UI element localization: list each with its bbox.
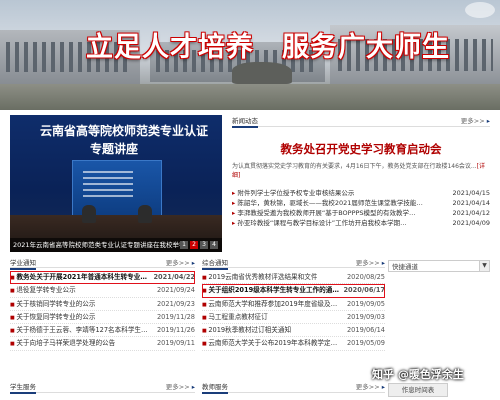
notice-date: 2021/09/24 — [156, 286, 195, 295]
academic-notices-title: 学业通知 — [10, 259, 36, 270]
news-item[interactable]: 附件列学士学位授予权专业审核结果公示 2021/04/15 — [232, 188, 490, 198]
news-item[interactable]: 陈韶华，黄秋锦，驱域长——我校2021届师范生课堂教学技能… 2021/04/14 — [232, 198, 490, 208]
notice-date: 2019/05/09 — [346, 339, 385, 348]
academic-notices-list: 教务处关于开展2021年普通本科生转专业… 2021/04/22 退役复学转专业公… — [10, 271, 195, 351]
school-logo[interactable] — [465, 2, 495, 18]
notice-date: 2019/09/03 — [346, 312, 385, 321]
slide-caption[interactable]: 2021年云南省高等院校师范类专业认证专题讲座在我校举行 1 2 3 4 — [10, 238, 222, 252]
notice-title[interactable]: 关于恢复同学转专业的公示 — [10, 311, 95, 323]
notice-date: 2019/11/28 — [156, 312, 195, 321]
general-notices-header: 综合通知 更多>> — [202, 257, 385, 270]
notice-row[interactable]: 关于组织2019级本科学生转专业工作的通… 2020/06/17 — [202, 284, 385, 298]
academic-notices-header: 学业通知 更多>> — [10, 257, 195, 270]
news-item-date: 2021/04/09 — [452, 219, 490, 227]
notice-row[interactable]: 关于杨德于王云蓉、李靖等127名本科学生… 2019/11/26 — [10, 324, 195, 338]
slide-page-3[interactable]: 3 — [200, 241, 208, 249]
news-item-title[interactable]: 附件列学士学位授予权专业审核结果公示 — [232, 188, 354, 198]
news-item[interactable]: 李湃教授受邀为我校教师开展“基于BOPPPS模型的有效教学… 2021/04/12 — [232, 208, 490, 218]
quick-access-label: 快捷通道 — [392, 263, 418, 271]
news-item-date: 2021/04/15 — [452, 189, 490, 197]
notice-date: 2019/06/14 — [346, 326, 385, 335]
notice-row[interactable]: 云南师范大学和推荐参加2019年度省级及… 2019/09/05 — [202, 298, 385, 311]
news-headline[interactable]: 教务处召开党史学习教育启动会 — [232, 141, 490, 157]
notice-date: 2019/09/05 — [346, 299, 385, 308]
slide-page-4[interactable]: 4 — [210, 241, 218, 249]
notice-title[interactable]: 2019云南省优秀教材评选结果和文件 — [202, 271, 317, 283]
student-services-title: 学生服务 — [10, 383, 36, 394]
header-banner: 立足人才培养 服务广大师生 — [0, 0, 500, 110]
notice-title[interactable]: 关于杨德于王云蓉、李靖等127名本科学生… — [10, 324, 147, 336]
notice-title[interactable]: 关于组织2019级本科学生转专业工作的通… — [202, 284, 338, 296]
academic-notices: 学业通知 更多>> 教务处关于开展2021年普通本科生转专业… 2021/04/2… — [10, 257, 195, 375]
news-slideshow[interactable]: 云南省高等院校师范类专业认证 专题讲座 2021年云南省高等院校师范类专业认证专… — [10, 115, 222, 252]
notice-title[interactable]: 关于核销同学转专业的公示 — [10, 298, 95, 310]
schedule-button[interactable]: 作息时间表 — [388, 383, 448, 397]
notice-title[interactable]: 马工程重点教材征订 — [202, 311, 267, 323]
plaza — [0, 84, 500, 110]
academic-notices-more-link[interactable]: 更多>> — [166, 257, 195, 267]
teacher-services-title: 教师服务 — [202, 383, 228, 394]
news-summary-text: 为认真贯彻落实党史学习教育的有关要求，4月16日下午，教务处党支部在行政楼146… — [232, 163, 477, 170]
news-more-link[interactable]: 更多>> — [461, 115, 490, 125]
news-section-title: 新闻动态 — [232, 117, 258, 128]
slide-subtitle: 专题讲座 — [90, 142, 139, 156]
notice-title[interactable]: 退役复学转专业公示 — [10, 284, 75, 296]
notice-row[interactable]: 云南师范大学关于公布2019年本科教学定… 2019/05/09 — [202, 337, 385, 351]
student-services-more-link[interactable]: 更多>> — [166, 381, 195, 391]
notice-date: 2021/09/23 — [156, 299, 195, 308]
news-item-date: 2021/04/12 — [452, 209, 490, 217]
speaker-figure — [82, 205, 96, 223]
slide-page-2[interactable]: 2 — [190, 241, 198, 249]
page: 立足人才培养 服务广大师生 云南省高等院校师范类专业认证 专题讲座 2021年云… — [0, 0, 500, 400]
news-item-date: 2021/04/14 — [452, 199, 490, 207]
news-header: 新闻动态 更多>> — [232, 115, 490, 128]
notice-row[interactable]: 关于向培子马祥荣退学处理的公告 2019/09/11 — [10, 337, 195, 351]
notice-date: 2019/09/11 — [156, 339, 195, 348]
notice-row[interactable]: 退役复学转专业公示 2021/09/24 — [10, 284, 195, 298]
notice-title[interactable]: 关于向培子马祥荣退学处理的公告 — [10, 337, 115, 349]
general-notices-list: 2019云南省优秀教材评选结果和文件 2020/08/25 关于组织2019级本科… — [202, 271, 385, 351]
news-item[interactable]: 孙亚玲教授“课程与教学目标设计”工作坊开启我校本学期… 2021/04/09 — [232, 218, 490, 228]
news-item-title[interactable]: 李湃教授受邀为我校教师开展“基于BOPPPS模型的有效教学… — [232, 208, 415, 218]
notice-row[interactable]: 教务处关于开展2021年普通本科生转专业… 2021/04/22 — [10, 271, 195, 285]
notice-date: 2021/04/22 — [153, 273, 195, 281]
general-notices-title: 综合通知 — [202, 259, 228, 270]
notice-date: 2019/11/26 — [156, 326, 195, 335]
quick-access-select[interactable]: 快捷通道 ▼ — [388, 260, 490, 272]
news-item-title[interactable]: 陈韶华，黄秋锦，驱域长——我校2021届师范生课堂教学技能… — [232, 198, 423, 208]
notice-title[interactable]: 云南师范大学和推荐参加2019年度省级及… — [202, 298, 337, 310]
news-list: 附件列学士学位授予权专业审核结果公示 2021/04/15 陈韶华，黄秋锦，驱域长… — [232, 188, 490, 228]
notice-title[interactable]: 2019秋季教材过订相关通知 — [202, 324, 291, 336]
teacher-services-header: 教师服务 更多>> — [202, 381, 385, 394]
banner-slogan: 立足人才培养 服务广大师生 — [86, 32, 450, 63]
news-summary: 为认真贯彻落实党史学习教育的有关要求，4月16日下午，教务处党支部在行政楼146… — [232, 162, 490, 180]
notice-row[interactable]: 马工程重点教材征订 2019/09/03 — [202, 311, 385, 325]
notice-row[interactable]: 关于核销同学转专业的公示 2021/09/23 — [10, 298, 195, 311]
slide-title: 云南省高等院校师范类专业认证 — [40, 124, 209, 138]
monument-rock — [232, 62, 292, 84]
speaker-figure — [138, 205, 152, 223]
chevron-down-icon[interactable]: ▼ — [479, 261, 489, 271]
notice-row[interactable]: 2019云南省优秀教材评选结果和文件 2020/08/25 — [202, 271, 385, 285]
news-panel: 新闻动态 更多>> 教务处召开党史学习教育启动会 为认真贯彻落实党史学习教育的有… — [232, 115, 490, 252]
student-services-header: 学生服务 更多>> — [10, 381, 195, 394]
notice-row[interactable]: 关于恢复同学转专业的公示 2019/11/28 — [10, 311, 195, 325]
news-item-title[interactable]: 孙亚玲教授“课程与教学目标设计”工作坊开启我校本学期… — [232, 218, 406, 228]
notice-title[interactable]: 云南师范大学关于公布2019年本科教学定… — [202, 337, 337, 349]
slide-caption-text[interactable]: 2021年云南省高等院校师范类专业认证专题讲座在我校举行 — [13, 241, 186, 249]
general-notices-more-link[interactable]: 更多>> — [356, 257, 385, 267]
slide-page-1[interactable]: 1 — [180, 241, 188, 249]
quick-access: 快捷通道 ▼ — [388, 257, 490, 375]
teacher-services-more-link[interactable]: 更多>> — [356, 381, 385, 391]
notice-title[interactable]: 教务处关于开展2021年普通本科生转专业… — [10, 271, 146, 283]
general-notices: 综合通知 更多>> 2019云南省优秀教材评选结果和文件 2020/08/25 关… — [202, 257, 385, 375]
watermark: 知乎 @暖色浮余生 — [372, 368, 464, 381]
slide-pager: 1 2 3 4 — [180, 241, 218, 249]
notice-date: 2020/06/17 — [343, 286, 385, 295]
notice-row[interactable]: 2019秋季教材过订相关通知 2019/06/14 — [202, 324, 385, 338]
notice-date: 2020/08/25 — [346, 273, 385, 281]
